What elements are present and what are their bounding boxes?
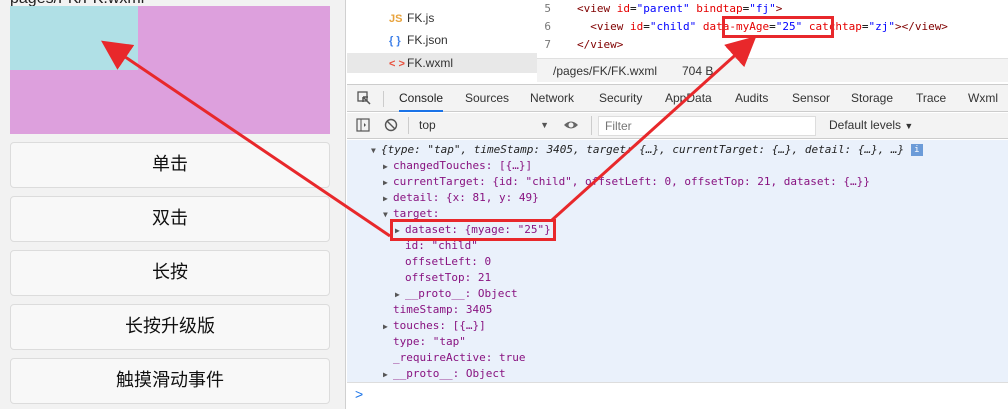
arrow-to-child-view (101, 40, 391, 238)
arrow-to-code-attr (550, 35, 757, 222)
annotation-arrows (101, 35, 757, 238)
